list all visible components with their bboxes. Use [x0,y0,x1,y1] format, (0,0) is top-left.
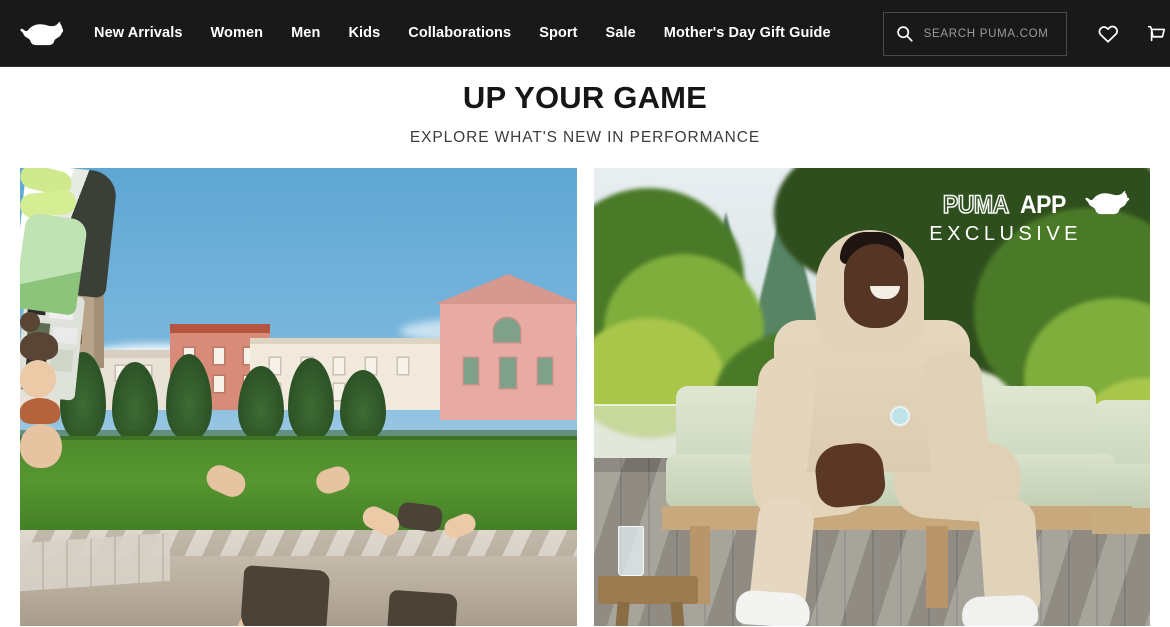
white-sneaker [961,594,1039,626]
bench-wood-frame [1092,507,1150,534]
nav-item-women[interactable]: Women [197,26,278,41]
bench-leg [926,525,948,608]
sidewalk [20,532,170,591]
puma-cat-logo[interactable] [16,19,64,49]
overlay-brand-text: PUMA [943,190,1011,219]
nav-item-men[interactable]: Men [277,26,334,41]
search-container [882,11,1067,56]
puma-cat-logo [1078,190,1132,221]
page-title: UP YOUR GAME [462,80,708,115]
running-scene-image [20,167,577,626]
nav-item-sport[interactable]: Sport [525,26,591,41]
page-subtitle: EXPLORE WHAT'S NEW IN PERFORMANCE [409,128,761,146]
puma-app-exclusive-tile[interactable]: PUMA APP EXCLUSIVE [594,167,1150,626]
site-header: New Arrivals Women Men Kids Collaboratio… [0,0,1170,67]
shopping-cart-icon[interactable] [1145,23,1167,45]
bench-wood-frame [662,505,1132,530]
running-performance-tile[interactable] [20,167,577,626]
wishlist-heart-icon[interactable] [1097,23,1119,45]
main-navigation: New Arrivals Women Men Kids Collaboratio… [80,26,845,41]
nav-item-new-arrivals[interactable]: New Arrivals [80,26,197,41]
hero-text-block: UP YOUR GAME EXPLORE WHAT'S NEW IN PERFO… [0,67,1170,147]
wooden-side-table [598,575,698,626]
search-icon [896,25,913,42]
nav-item-kids[interactable]: Kids [334,26,394,41]
nav-item-sale[interactable]: Sale [592,26,650,41]
sleeve-badge [890,405,910,426]
puma-app-exclusive-overlay: PUMA APP EXCLUSIVE [929,190,1132,244]
header-icon-group [1097,23,1170,45]
female-runner-figure [20,167,479,626]
nav-item-mothers-day-gift-guide[interactable]: Mother's Day Gift Guide [650,26,845,41]
garden-bench-scene-image: PUMA APP EXCLUSIVE [594,167,1150,626]
overlay-exclusive-text: EXCLUSIVE [929,222,1082,245]
overlay-app-text: APP [1020,190,1067,219]
overlay-top-line: PUMA APP [940,190,1132,221]
drinking-glass [618,525,644,576]
nav-item-collaborations[interactable]: Collaborations [394,26,525,41]
search-box[interactable] [882,11,1067,56]
search-input[interactable] [923,27,1054,40]
hero-tile-row: PUMA APP EXCLUSIVE [0,167,1170,626]
